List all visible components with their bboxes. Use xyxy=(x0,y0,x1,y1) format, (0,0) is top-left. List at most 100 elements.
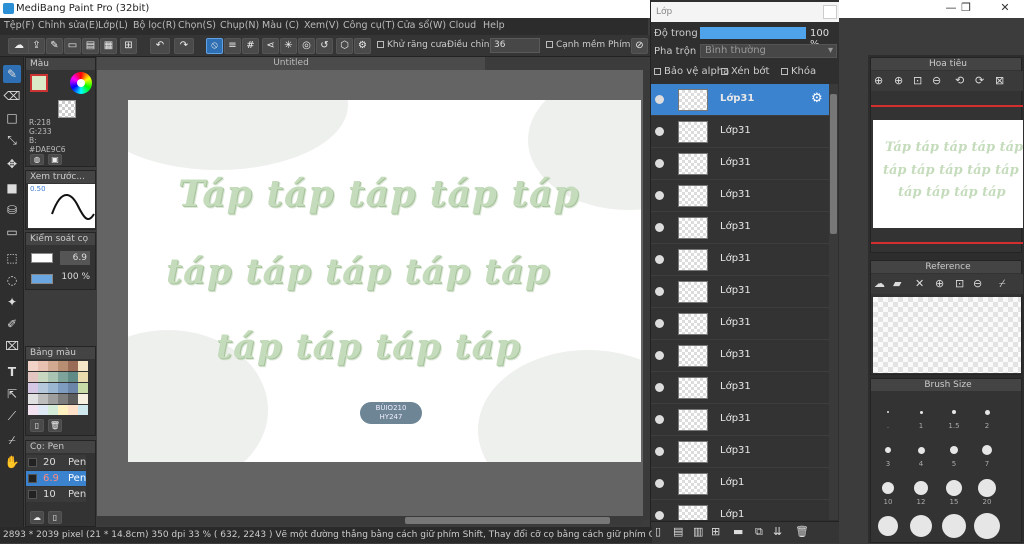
visibility-icon[interactable] xyxy=(655,95,664,104)
layer-row[interactable]: Lớp31 xyxy=(651,116,831,148)
palette-swatch[interactable] xyxy=(38,394,48,404)
document-tab[interactable]: Untitled xyxy=(97,57,485,70)
blend-mode-select[interactable]: Bình thường ▾ xyxy=(700,44,837,58)
clipping-checkbox[interactable]: Xén bớt xyxy=(721,66,769,77)
layer-row[interactable]: Lớp31 ⚙ xyxy=(651,84,831,116)
palette-swatch[interactable] xyxy=(28,372,38,382)
chat-icon[interactable]: ▭ xyxy=(64,38,81,54)
delete-layer-icon[interactable]: 🗑 xyxy=(795,525,809,538)
layer-scrollbar[interactable] xyxy=(829,84,838,520)
maximize-button[interactable]: ❐ xyxy=(951,1,981,17)
cloud-icon[interactable]: ☁ xyxy=(8,38,30,54)
bucket-tool-icon[interactable]: ⛁ xyxy=(3,201,21,219)
layer-opacity-slider[interactable] xyxy=(700,27,806,39)
parallel-snap-icon[interactable]: ≡ xyxy=(224,38,241,54)
menu-tools[interactable]: Công cụ(T) xyxy=(343,20,395,31)
reference-view[interactable] xyxy=(873,297,1021,373)
delete-palette-icon[interactable]: 🗑 xyxy=(48,419,62,432)
operation-tool-icon[interactable]: ⇱ xyxy=(3,385,21,403)
adjust-input[interactable]: 36 xyxy=(490,38,540,53)
palette-swatch[interactable] xyxy=(28,394,38,404)
folder-icon[interactable]: ▬ xyxy=(733,525,743,538)
palette-swatch[interactable] xyxy=(58,405,68,415)
color-palette-icon[interactable]: ▣ xyxy=(48,154,62,165)
flip-icon[interactable]: ⊠ xyxy=(995,74,1004,87)
brush-opacity-slider[interactable] xyxy=(31,274,53,284)
menu-view[interactable]: Xem(V) xyxy=(304,20,339,31)
brush-size-option[interactable] xyxy=(917,446,925,454)
visibility-icon[interactable] xyxy=(655,287,664,296)
palette-swatch[interactable] xyxy=(38,372,48,382)
zoom-fit-icon[interactable]: ⊕ xyxy=(874,74,883,87)
palette-swatch[interactable] xyxy=(68,361,78,371)
palette-swatch[interactable] xyxy=(38,361,48,371)
zoom-out-icon[interactable]: ⊖ xyxy=(932,74,941,87)
menu-capture[interactable]: Chụp(N) xyxy=(220,20,259,31)
brush-size-option[interactable] xyxy=(978,479,996,497)
layer-row[interactable]: Lớp31 xyxy=(651,404,831,436)
redo-icon[interactable]: ↷ xyxy=(174,38,194,54)
visibility-icon[interactable] xyxy=(655,191,664,200)
palette-swatch[interactable] xyxy=(78,361,88,371)
move-tool-icon[interactable]: ✥ xyxy=(3,155,21,173)
add-layer-menu-icon[interactable]: ⊞ xyxy=(711,525,720,538)
brush-size-option[interactable] xyxy=(974,513,1000,539)
menu-window[interactable]: Cửa sổ(W) xyxy=(397,20,446,31)
divide-tool-icon[interactable]: ⟋ xyxy=(3,407,21,425)
navigator-thumbnail[interactable]: Táp táp táp táp táp táp táp táp táp táp … xyxy=(873,120,1023,228)
brush-size-slider[interactable] xyxy=(31,253,53,263)
menu-cloud[interactable]: Cloud xyxy=(449,20,476,31)
lasso-tool-icon[interactable]: ◌ xyxy=(3,271,21,289)
brush-size-option[interactable] xyxy=(942,514,966,538)
visibility-icon[interactable] xyxy=(655,479,664,488)
palette-swatch[interactable] xyxy=(38,405,48,415)
radial-snap-icon[interactable]: ✳ xyxy=(280,38,297,54)
brush-size-option[interactable] xyxy=(950,446,958,454)
menu-file[interactable]: Tệp(F) xyxy=(4,20,35,31)
canvas-paper[interactable]: Táp táp táp táp táp táp táp táp táp táp … xyxy=(128,100,641,462)
layer-row[interactable]: Lớp31 xyxy=(651,212,831,244)
brush-size-option[interactable] xyxy=(887,411,889,413)
palette-swatch[interactable] xyxy=(78,383,88,393)
layer-row[interactable]: Lớp1 xyxy=(651,468,831,500)
visibility-icon[interactable] xyxy=(655,255,664,264)
brush-size-option[interactable] xyxy=(885,447,891,453)
palette-swatch[interactable] xyxy=(48,361,58,371)
color-picker-icon[interactable]: ◍ xyxy=(30,154,44,165)
palette-swatch[interactable] xyxy=(28,383,38,393)
foreground-color-swatch[interactable] xyxy=(30,74,48,92)
brush-size-option[interactable] xyxy=(982,445,992,455)
menu-filter[interactable]: Bộ lọc(R) xyxy=(133,20,176,31)
visibility-icon[interactable] xyxy=(655,383,664,392)
palette-swatch[interactable] xyxy=(58,372,68,382)
curve-snap-icon[interactable]: ↺ xyxy=(316,38,333,54)
brush-size-option[interactable] xyxy=(910,515,932,537)
layer-row[interactable]: Lớp31 xyxy=(651,180,831,212)
fit-window-icon[interactable]: ⊡ xyxy=(913,74,922,87)
layer-row[interactable]: Lớp31 xyxy=(651,308,831,340)
lock-checkbox[interactable]: Khóa xyxy=(781,66,816,77)
new-8bit-layer-icon[interactable]: ▥ xyxy=(693,525,703,538)
rectangle-tool-icon[interactable]: □ xyxy=(3,109,21,127)
palette-swatch[interactable] xyxy=(78,372,88,382)
layer-row[interactable]: Lớp31 xyxy=(651,340,831,372)
menu-edit[interactable]: Chỉnh sửa(E) xyxy=(38,20,99,31)
menu-color[interactable]: Màu (C) xyxy=(262,20,299,31)
select-pen-tool-icon[interactable]: ✐ xyxy=(3,315,21,333)
menu-help[interactable]: Help xyxy=(483,20,505,31)
palette-swatch[interactable] xyxy=(68,383,78,393)
visibility-icon[interactable] xyxy=(655,511,664,520)
antialias-checkbox[interactable]: Khử răng cưa xyxy=(377,40,447,50)
zoom-in-icon[interactable]: ⊕ xyxy=(935,277,944,290)
palette-swatch[interactable] xyxy=(28,361,38,371)
text-tool-icon[interactable]: T xyxy=(3,363,21,381)
comment-icon[interactable]: ✎ xyxy=(46,38,63,54)
layer-row[interactable]: Lớp31 xyxy=(651,276,831,308)
page-icon[interactable]: ▤ xyxy=(82,38,99,54)
brush-item[interactable]: 10 Pen xyxy=(26,487,86,502)
fill-tool-icon[interactable]: ■ xyxy=(3,179,21,197)
palette-swatch[interactable] xyxy=(58,361,68,371)
palette-swatch[interactable] xyxy=(48,405,58,415)
brush-size-option[interactable] xyxy=(882,482,894,494)
palette-swatch[interactable] xyxy=(68,394,78,404)
